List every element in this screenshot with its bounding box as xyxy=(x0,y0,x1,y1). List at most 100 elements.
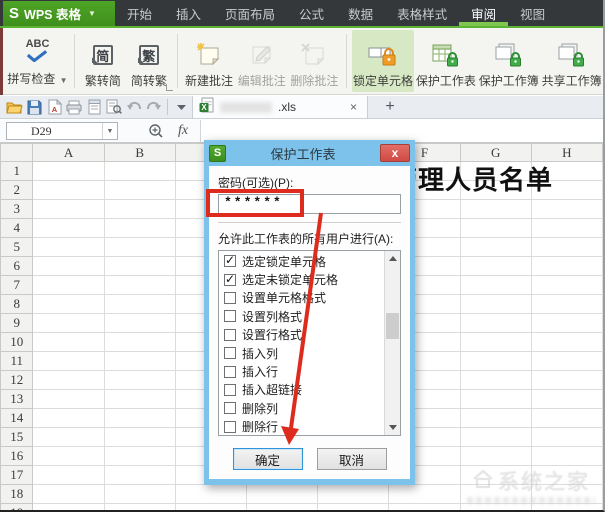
lock-cell-button[interactable]: 锁定单元格 xyxy=(351,30,415,92)
tab-data[interactable]: 数据 xyxy=(336,0,385,26)
tab-formulas[interactable]: 公式 xyxy=(287,0,336,26)
new-comment-button[interactable]: 新建批注 xyxy=(183,30,236,92)
cell-E18[interactable] xyxy=(317,484,390,504)
cell-G1[interactable] xyxy=(459,161,532,181)
cell-H5[interactable] xyxy=(530,237,603,257)
cell-A5[interactable] xyxy=(32,237,105,257)
checkbox-icon[interactable] xyxy=(224,291,236,304)
cell-A17[interactable] xyxy=(32,465,105,485)
fx-icon[interactable]: fx xyxy=(178,123,188,139)
cell-H13[interactable] xyxy=(530,389,603,409)
cell-D18[interactable] xyxy=(246,484,319,504)
cell-G9[interactable] xyxy=(459,313,532,333)
row-header-3[interactable]: 3 xyxy=(0,199,34,219)
row-header-16[interactable]: 16 xyxy=(0,446,34,466)
close-icon[interactable]: x xyxy=(380,144,410,162)
more-dropdown-icon[interactable] xyxy=(171,97,191,117)
permission-item[interactable]: 插入列 xyxy=(219,344,383,362)
cell-B7[interactable] xyxy=(103,275,176,295)
checkbox-icon[interactable] xyxy=(224,347,236,360)
cell-C18[interactable] xyxy=(174,484,248,504)
cell-B1[interactable] xyxy=(103,161,176,181)
print-icon[interactable] xyxy=(64,97,84,117)
cell-A19[interactable] xyxy=(32,503,105,510)
row-header-17[interactable]: 17 xyxy=(0,465,34,485)
row-header-7[interactable]: 7 xyxy=(0,275,34,295)
row-header-9[interactable]: 9 xyxy=(0,313,34,333)
cell-A11[interactable] xyxy=(32,351,105,371)
row-header-8[interactable]: 8 xyxy=(0,294,34,314)
trad-to-simp-button[interactable]: 简繁转简 xyxy=(80,30,126,92)
cell-H15[interactable] xyxy=(530,427,603,447)
password-input[interactable]: ****** xyxy=(218,194,401,214)
cell-F19[interactable] xyxy=(388,503,461,510)
cell-A18[interactable] xyxy=(32,484,105,504)
cell-A14[interactable] xyxy=(32,408,105,428)
simp-to-trad-button[interactable]: 繁简转繁 xyxy=(126,30,172,92)
cell-H10[interactable] xyxy=(530,332,603,352)
cell-F18[interactable] xyxy=(388,484,461,504)
cell-G4[interactable] xyxy=(459,218,532,238)
checkbox-icon[interactable] xyxy=(224,420,236,433)
cell-A10[interactable] xyxy=(32,332,105,352)
row-header-6[interactable]: 6 xyxy=(0,256,34,276)
cell-G11[interactable] xyxy=(459,351,532,371)
cell-H16[interactable] xyxy=(530,446,603,466)
export-pdf-icon[interactable]: A xyxy=(44,97,64,117)
cell-G14[interactable] xyxy=(459,408,532,428)
cell-A8[interactable] xyxy=(32,294,105,314)
share-workbook-button[interactable]: 共享工作簿 xyxy=(540,30,603,92)
cell-B5[interactable] xyxy=(103,237,176,257)
checkbox-checked-icon[interactable] xyxy=(224,253,236,268)
cell-H14[interactable] xyxy=(530,408,603,428)
cell-G5[interactable] xyxy=(459,237,532,257)
cell-A16[interactable] xyxy=(32,446,105,466)
checkbox-icon[interactable] xyxy=(224,402,236,415)
tab-view[interactable]: 视图 xyxy=(508,0,557,26)
cell-H3[interactable] xyxy=(530,199,603,219)
checkbox-icon[interactable] xyxy=(224,383,236,396)
row-header-2[interactable]: 2 xyxy=(0,180,34,200)
cell-G6[interactable] xyxy=(459,256,532,276)
cell-A15[interactable] xyxy=(32,427,105,447)
file-preview-icon[interactable] xyxy=(104,97,124,117)
permission-item[interactable]: 删除列 xyxy=(219,399,383,417)
row-header-19[interactable]: 19 xyxy=(0,503,34,510)
cell-B15[interactable] xyxy=(103,427,176,447)
row-header-18[interactable]: 18 xyxy=(0,484,34,504)
cell-G8[interactable] xyxy=(459,294,532,314)
cell-G3[interactable] xyxy=(459,199,532,219)
cell-B4[interactable] xyxy=(103,218,176,238)
new-tab-button[interactable]: + xyxy=(378,96,402,118)
checkbox-icon[interactable] xyxy=(224,365,236,378)
cell-G16[interactable] xyxy=(459,446,532,466)
cell-H6[interactable] xyxy=(530,256,603,276)
row-header-10[interactable]: 10 xyxy=(0,332,34,352)
permission-item[interactable]: 设置单元格格式 xyxy=(219,289,383,307)
tab-insert[interactable]: 插入 xyxy=(164,0,213,26)
cell-A12[interactable] xyxy=(32,370,105,390)
cell-G2[interactable] xyxy=(459,180,532,200)
cell-B6[interactable] xyxy=(103,256,176,276)
tab-page-layout[interactable]: 页面布局 xyxy=(213,0,287,26)
cell-G19[interactable] xyxy=(459,503,532,510)
chevron-down-icon[interactable]: ▼ xyxy=(102,123,117,139)
row-header-1[interactable]: 1 xyxy=(0,161,34,181)
cell-name-box[interactable]: D29 ▼ xyxy=(6,122,118,140)
cell-H18[interactable] xyxy=(530,484,603,504)
cell-B13[interactable] xyxy=(103,389,176,409)
permission-item[interactable]: 插入超链接 xyxy=(219,381,383,399)
scroll-up-icon[interactable] xyxy=(385,251,400,266)
cell-H11[interactable] xyxy=(530,351,603,371)
cell-H9[interactable] xyxy=(530,313,603,333)
formula-input[interactable] xyxy=(200,120,603,142)
tab-review[interactable]: 审阅 xyxy=(459,0,508,26)
magnifier-icon[interactable] xyxy=(148,123,164,139)
cell-B2[interactable] xyxy=(103,180,176,200)
cell-A1[interactable] xyxy=(32,161,105,181)
cell-H17[interactable] xyxy=(530,465,603,485)
row-header-5[interactable]: 5 xyxy=(0,237,34,257)
scroll-down-icon[interactable] xyxy=(385,420,400,435)
column-header-H[interactable]: H xyxy=(530,143,603,162)
cell-E19[interactable] xyxy=(317,503,390,510)
